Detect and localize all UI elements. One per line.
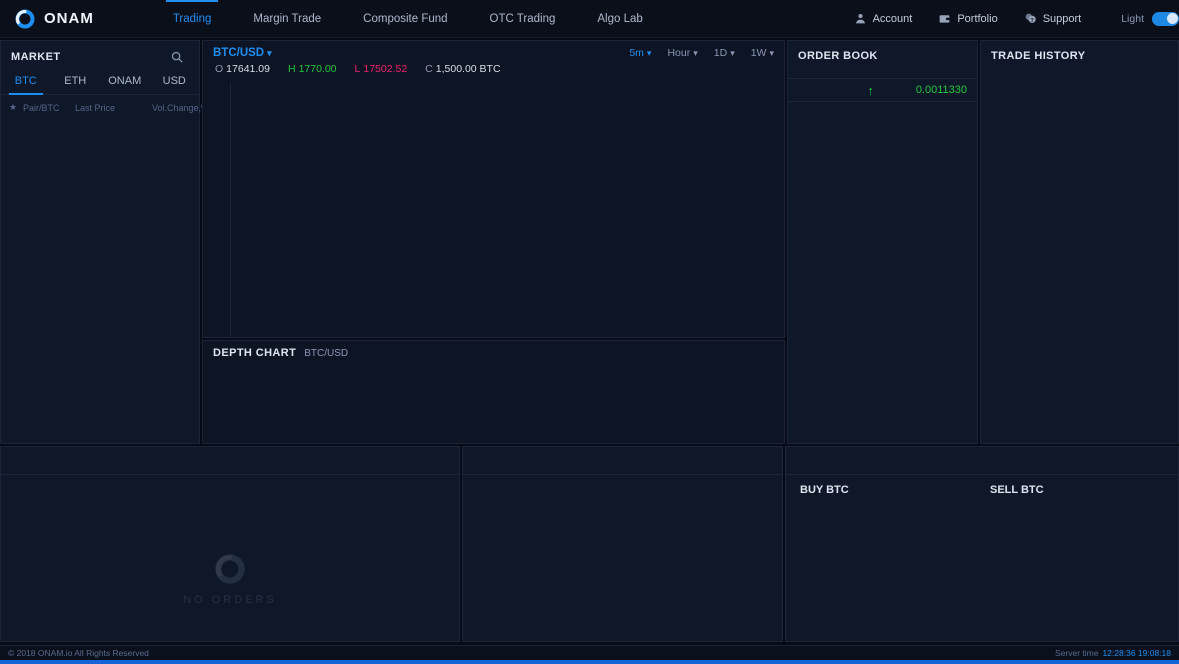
open-orders-tabs <box>1 447 459 475</box>
chevron-down-icon: ▾ <box>730 48 735 58</box>
nav-tab-trading[interactable]: Trading <box>152 0 233 38</box>
nav-item-support[interactable]: ? Support <box>1024 12 1082 25</box>
star-icon[interactable]: ★ <box>9 102 23 113</box>
pair-label: BTC/USD <box>213 47 265 59</box>
market-panel: MARKET BTC ETH ONAM USD ★ Pair/BTC Last Price… <box>0 40 209 444</box>
nav-item-portfolio[interactable]: Portfolio <box>938 12 998 25</box>
timeframe-1w[interactable]: 1W ▾ <box>751 47 774 59</box>
buy-form: BUY BTC <box>800 482 974 503</box>
ohlc-label: O <box>215 63 224 75</box>
market-col-vol-: Vol. <box>151 102 167 113</box>
timeframe-hour[interactable]: Hour ▾ <box>667 47 697 59</box>
order-type-tabs <box>786 447 1178 475</box>
ohlc-readout: O 17641.09 H 1770.00 L 17502.52 C 1,500.00 BTC <box>203 61 784 79</box>
theme-label: Light <box>1121 12 1144 25</box>
nav-item-label: Support <box>1042 12 1082 25</box>
market-col-pair-btc: Pair/BTC <box>23 102 60 113</box>
buy-form-title: BUY BTC <box>800 484 849 496</box>
nav-tab-composite-fund[interactable]: Composite Fund <box>342 0 468 38</box>
trade-bots-columns <box>463 475 782 485</box>
order-book-columns <box>788 68 977 76</box>
market-tab-onam[interactable]: ONAM <box>100 69 150 94</box>
nav-tab-otc-trading[interactable]: OTC Trading <box>469 0 577 38</box>
spread-row: ↑ 0.0011330 <box>788 78 977 102</box>
market-tab-btc[interactable]: BTC <box>1 69 51 95</box>
bottom-accent-bar <box>0 660 1179 664</box>
chart-panel: BTC/USD ▾ 5m ▾ Hour ▾ 1D ▾ 1W ▾ O 17641.09 H 1770.0… <box>202 40 785 338</box>
order-book-title: ORDER BOOK <box>798 50 878 62</box>
timeframe-selector: 5m ▾ Hour ▾ 1D ▾ 1W ▾ <box>629 47 774 59</box>
nav-item-label: Account <box>872 12 913 25</box>
user-icon <box>854 12 867 25</box>
search-icon[interactable] <box>165 49 189 65</box>
brand-logo[interactable]: ONAM <box>0 8 112 30</box>
chart-toolbar <box>203 83 231 337</box>
arrow-up-icon: ↑ <box>867 82 874 98</box>
trade-bots-tabs <box>463 447 782 475</box>
chevron-down-icon: ▾ <box>267 48 272 58</box>
depth-chart[interactable] <box>203 363 738 429</box>
sell-form: SELL BTC <box>990 482 1164 503</box>
chevron-down-icon: ▾ <box>693 48 698 58</box>
market-tabs: BTC ETH ONAM USD <box>1 69 199 95</box>
depth-chart-panel: DEPTH CHART BTC/USD <box>202 340 785 444</box>
timeframe-1d[interactable]: 1D ▾ <box>714 47 735 59</box>
ohlc-l: L 17502.52 <box>354 63 408 75</box>
order-book-panel: ORDER BOOK ↑ 0.0011330 <box>787 40 978 444</box>
ohlc-label: H <box>287 63 296 75</box>
nav-item-account[interactable]: Account <box>854 12 913 25</box>
nav-tab-algo-lab[interactable]: Algo Lab <box>576 0 663 38</box>
copyright: © 2018 ONAM.io All Rights Reserved <box>8 648 149 658</box>
theme-toggle-knob <box>1166 13 1178 24</box>
main-nav-tabs: Trading Margin Trade Composite Fund OTC Tra… <box>152 0 664 38</box>
trade-history-columns <box>981 68 1178 76</box>
ohlc-o: O 17641.09 <box>215 63 270 75</box>
order-form-panel: BUY BTC SELL BTC <box>785 446 1179 642</box>
support-icon: ? <box>1024 12 1037 25</box>
no-orders-watermark: NO ORDERS <box>1 517 459 641</box>
depth-chart-title: DEPTH CHART <box>213 347 297 359</box>
market-tab-usd[interactable]: USD <box>150 69 200 94</box>
depth-x-axis <box>203 429 738 442</box>
wallet-icon <box>938 12 951 25</box>
timeframe-5m[interactable]: 5m ▾ <box>629 47 651 59</box>
price-axis[interactable] <box>696 83 784 321</box>
chevron-down-icon: ▾ <box>769 48 774 58</box>
brand-name: ONAM <box>44 10 94 27</box>
sell-form-title: SELL BTC <box>990 484 1044 496</box>
onam-watermark-icon <box>215 554 245 584</box>
ohlc-label: L <box>354 63 361 75</box>
pair-selector[interactable]: BTC/USD ▾ <box>213 47 272 59</box>
nav-item-label: Portfolio <box>957 12 998 25</box>
no-orders-text: NO ORDERS <box>183 594 277 606</box>
ohlc-h: H 1770.00 <box>287 63 337 75</box>
market-col-last-price: Last Price <box>75 102 116 113</box>
nav-tab-margin-trade[interactable]: Margin Trade <box>232 0 342 38</box>
trade-history-title: TRADE HISTORY <box>991 50 1086 62</box>
onam-logo-icon <box>15 9 35 28</box>
chevron-down-icon: ▾ <box>646 48 652 58</box>
theme-switch: Light <box>1121 11 1179 26</box>
server-time: Server time 12:28:36 19:08:18 <box>1055 648 1171 658</box>
top-nav: ONAM Trading Margin Trade Composite Fund OT… <box>0 0 1179 38</box>
last-price: 0.0011330 <box>915 84 967 96</box>
trade-history-panel: TRADE HISTORY <box>980 40 1179 444</box>
open-orders-columns <box>1 475 459 487</box>
nav-right: Account Portfolio? Support <box>854 12 1098 25</box>
theme-toggle[interactable] <box>1152 11 1179 26</box>
open-orders-panel: NO ORDERS <box>0 446 460 642</box>
footer: © 2018 ONAM.io All Rights Reserved Serve… <box>0 645 1179 660</box>
market-columns: ★ Pair/BTC Last Price Vol. Change,% <box>1 95 209 120</box>
market-title: MARKET <box>11 51 61 63</box>
time-axis <box>231 321 696 337</box>
svg-text:?: ? <box>1030 18 1033 24</box>
market-tab-eth[interactable]: ETH <box>51 69 101 94</box>
server-time-label: Server time <box>1054 648 1099 658</box>
candlestick-chart[interactable] <box>231 83 696 321</box>
server-time-value: 12:28:36 19:08:18 <box>1102 648 1171 658</box>
ohlc-label: C <box>425 63 433 75</box>
depth-chart-pair: BTC/USD <box>304 348 349 359</box>
trade-bots-panel <box>462 446 783 642</box>
ohlc-c: C 1,500.00 BTC <box>425 63 501 75</box>
